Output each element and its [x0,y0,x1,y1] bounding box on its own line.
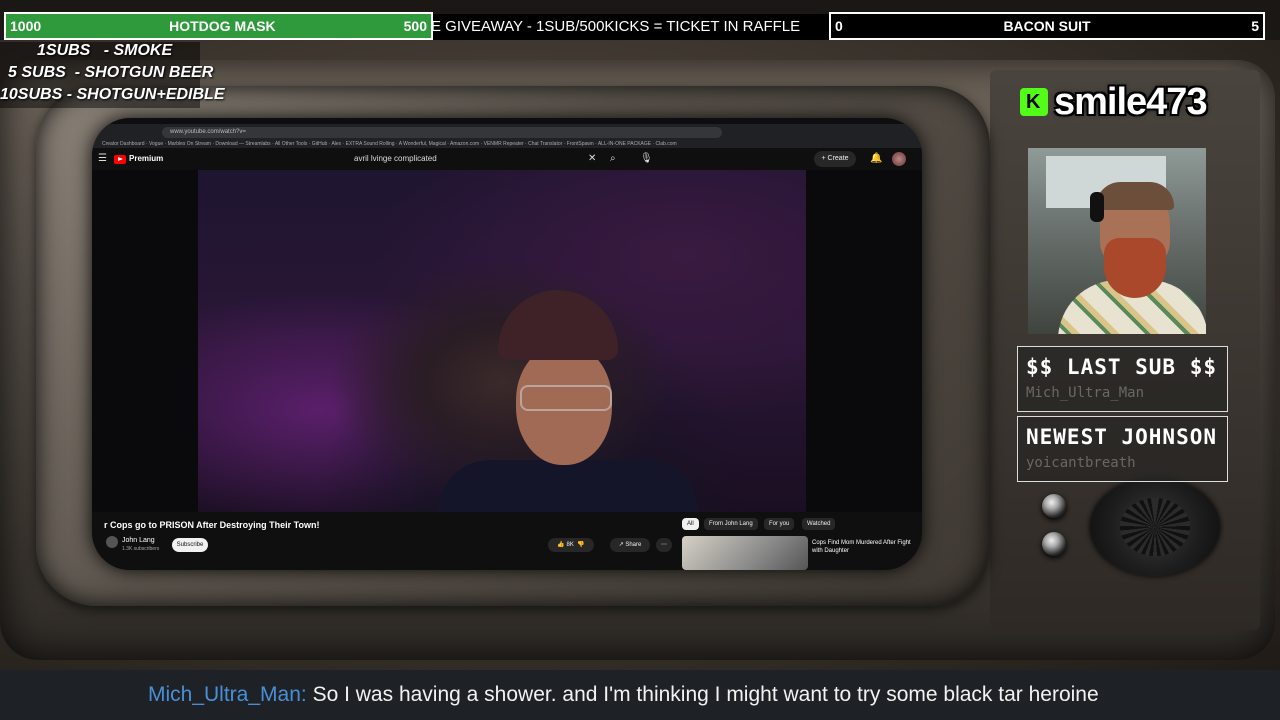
webcam-person-beard [1104,238,1166,298]
webcam-headset [1090,192,1104,222]
video-person-glasses [520,385,612,411]
youtube-logo-text: Premium [129,154,164,163]
menu-icon[interactable]: ☰ [98,151,107,167]
goal-bar-hotdog-mask: 1000 HOTDOG MASK 500 [4,12,433,40]
bookmarks-bar[interactable]: Creator Dashboard · Vogue · Marbles On S… [102,140,912,148]
incentive-3: 10SUBS - SHOTGUN+EDIBLE [0,86,225,103]
last-sub-title: $$ LAST SUB $$ [1026,355,1218,379]
browser-toolbar: www.youtube.com/watch?v= Creator Dashboa… [92,124,922,148]
more-options-button[interactable]: ⋯ [656,538,672,552]
video-frame[interactable] [198,170,806,512]
chat-ticker: Mich_Ultra_Man: So I was having a shower… [0,670,1280,720]
account-avatar[interactable] [892,152,906,166]
channel-dial [1090,478,1220,576]
address-bar[interactable]: www.youtube.com/watch?v= [162,127,722,138]
channel-name[interactable]: John Lang [122,537,155,544]
last-sub-box: $$ LAST SUB $$ Mich_Ultra_Man [1017,346,1228,412]
create-button[interactable]: + Create [814,151,856,167]
kick-logo-icon: K [1020,88,1048,116]
streamer-name: smile473 [1054,80,1208,123]
youtube-header: ☰ Premium avril lvinge complicated ✕ ⌕ 🎙… [92,148,922,170]
sub-incentives: 1SUBS - SMOKE 5 SUBS - SHOTGUN BEER 10SU… [0,42,224,108]
streamer-name-badge: K smile473 [1020,80,1208,124]
channel-avatar[interactable] [106,536,118,548]
goal-title: HOTDOG MASK [169,18,276,34]
goal-target: 500 [403,18,427,34]
channel-subscribers: 1.3K subscribers [122,546,160,552]
search-input[interactable]: avril lvinge complicated [354,151,604,167]
recommended-title[interactable]: Cops Find Mom Murdered After Fight with … [812,539,912,555]
goal-current: 0 [835,18,843,34]
newest-johnson-box: NEWEST JOHNSON yoicantbreath [1017,416,1228,482]
webcam-person-cap [1096,182,1174,210]
video-person-cap [498,290,618,360]
giveaway-ticker: EE GIVEAWAY - 1SUB/500KICKS = TICKET IN … [433,14,829,40]
goal-target: 5 [1251,18,1259,34]
incentive-2: 5 SUBS - SHOTGUN BEER [8,64,214,81]
brightness-knob [1042,494,1066,518]
notifications-icon[interactable]: 🔔 [870,151,882,167]
youtube-logo[interactable]: Premium [114,152,163,166]
recommended-thumbnail[interactable] [682,536,808,570]
chat-message: So I was having a shower. and I'm thinki… [312,683,1099,706]
goal-title: BACON SUIT [1003,18,1091,34]
newest-johnson-value: yoicantbreath [1026,455,1136,471]
chip-for-you[interactable]: For you [764,518,795,530]
incentive-1: 1SUBS - SMOKE [37,42,173,59]
tv-screen: www.youtube.com/watch?v= Creator Dashboa… [92,118,922,570]
chip-watched[interactable]: Watched [802,518,836,530]
chip-all[interactable]: All [682,518,699,530]
video-title: r Cops go to PRISON After Destroying The… [104,520,320,530]
last-sub-value: Mich_Ultra_Man [1026,385,1145,401]
webcam-feed [1028,148,1206,334]
video-person-shirt [438,460,698,512]
clear-search-icon[interactable]: ✕ [588,151,596,167]
search-icon[interactable]: ⌕ [610,151,616,167]
subscribe-button[interactable]: Subscribe [172,538,208,552]
video-info-panel: r Cops go to PRISON After Destroying The… [92,512,922,570]
newest-johnson-title: NEWEST JOHNSON [1026,425,1218,449]
color-knob [1042,532,1066,556]
chip-from-channel[interactable]: From John Lang [704,518,758,530]
goal-current: 1000 [10,18,42,34]
chat-username: Mich_Ultra_Man: [148,683,307,706]
youtube-play-icon [114,154,126,164]
goal-bar-bacon-suit: 0 BACON SUIT 5 [829,12,1265,40]
like-button[interactable]: 👍 8K 👎 [548,538,594,552]
microphone-icon[interactable]: 🎙 [640,151,653,167]
share-button[interactable]: ↗ Share [610,538,650,552]
